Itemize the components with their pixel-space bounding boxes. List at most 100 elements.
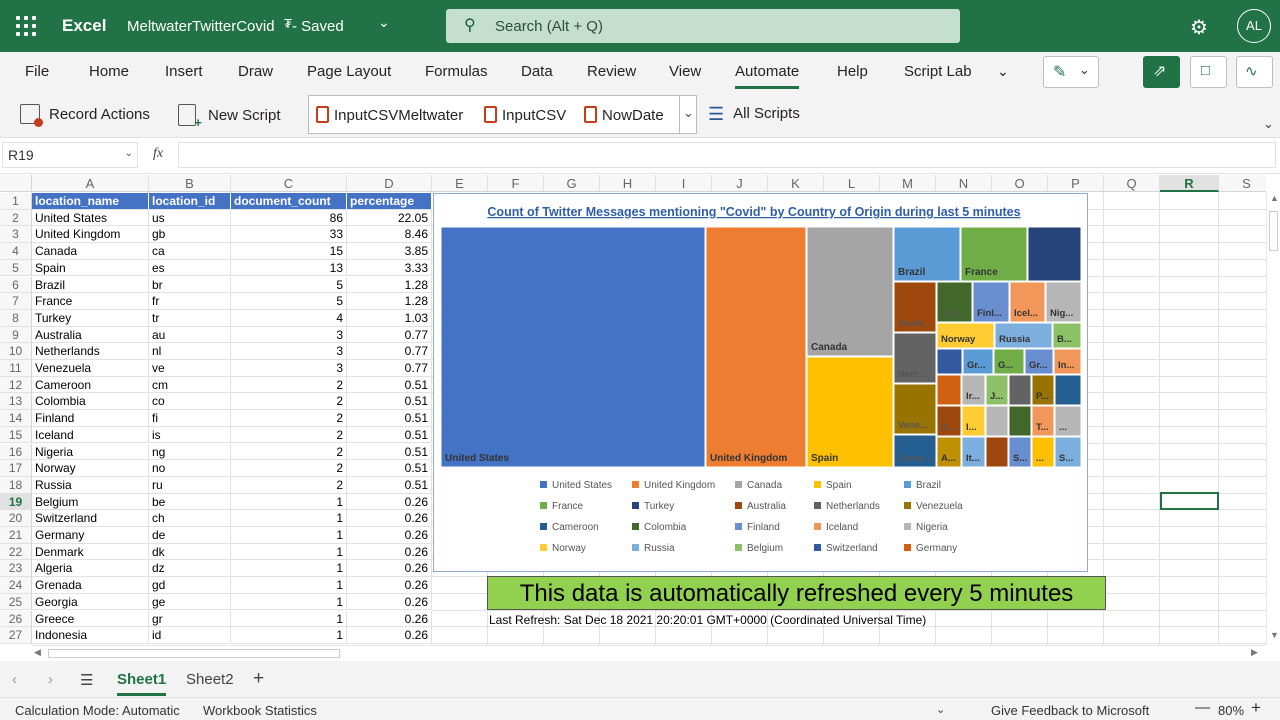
- row-header[interactable]: 20: [0, 510, 32, 527]
- scroll-left-icon[interactable]: ◀: [34, 647, 41, 658]
- tab-home[interactable]: Home: [89, 63, 129, 80]
- column-header-m[interactable]: M: [880, 175, 936, 192]
- horizontal-scroll-thumb[interactable]: [48, 649, 340, 658]
- all-scripts-button[interactable]: ☰ All Scripts: [708, 104, 800, 125]
- row-header[interactable]: 21: [0, 527, 32, 544]
- script-nowdate[interactable]: NowDate: [584, 106, 664, 124]
- table-cell[interactable]: fr: [149, 293, 231, 310]
- table-cell[interactable]: Venezuela: [32, 360, 149, 377]
- avatar[interactable]: AL: [1237, 9, 1271, 43]
- feedback-link[interactable]: Give Feedback to Microsoft: [991, 703, 1149, 718]
- prev-sheet-icon[interactable]: ‹: [12, 671, 17, 688]
- table-cell[interactable]: be: [149, 493, 231, 511]
- chevron-down-icon[interactable]: ⌄: [378, 14, 390, 31]
- treemap-chart[interactable]: Count of Twitter Messages mentioning "Co…: [433, 193, 1088, 572]
- add-sheet-icon[interactable]: +: [253, 668, 264, 690]
- table-cell[interactable]: ng: [149, 443, 231, 461]
- table-cell[interactable]: Turkey: [32, 309, 149, 327]
- row-header[interactable]: 15: [0, 426, 32, 444]
- tab-review[interactable]: Review: [587, 63, 636, 80]
- table-cell[interactable]: 5: [231, 293, 347, 310]
- horizontal-scrollbar[interactable]: ◀ ▶: [32, 645, 1266, 660]
- row-header[interactable]: 7: [0, 293, 32, 310]
- table-cell[interactable]: Algeria: [32, 560, 149, 578]
- table-cell[interactable]: 0.77: [347, 343, 432, 360]
- all-sheets-menu-icon[interactable]: ☰: [80, 671, 93, 689]
- column-header-e[interactable]: E: [432, 175, 488, 192]
- table-cell[interactable]: au: [149, 326, 231, 344]
- table-cell[interactable]: Cameroon: [32, 376, 149, 394]
- editing-mode-button[interactable]: ✎ ⌄: [1043, 56, 1099, 88]
- table-cell[interactable]: France: [32, 293, 149, 310]
- document-name[interactable]: MeltwaterTwitterCovid: [127, 18, 275, 35]
- tab-data[interactable]: Data: [521, 63, 553, 80]
- gear-icon[interactable]: ⚙: [1190, 15, 1208, 40]
- row-header[interactable]: 13: [0, 393, 32, 411]
- table-cell[interactable]: dz: [149, 560, 231, 578]
- table-cell[interactable]: ru: [149, 476, 231, 494]
- table-cell[interactable]: 3.33: [347, 259, 432, 277]
- tab-view[interactable]: View: [669, 63, 701, 80]
- table-cell[interactable]: 0.26: [347, 593, 432, 611]
- table-cell[interactable]: 2: [231, 393, 347, 411]
- treemap-tile[interactable]: [936, 348, 963, 375]
- column-header-h[interactable]: H: [600, 175, 656, 192]
- column-header-q[interactable]: Q: [1104, 175, 1160, 192]
- table-header-cell[interactable]: location_id: [149, 193, 231, 210]
- table-cell[interactable]: nl: [149, 343, 231, 360]
- table-cell[interactable]: no: [149, 460, 231, 477]
- table-cell[interactable]: Switzerland: [32, 510, 149, 527]
- table-cell[interactable]: dk: [149, 543, 231, 561]
- row-header[interactable]: 2: [0, 209, 32, 227]
- table-cell[interactable]: 4: [231, 309, 347, 327]
- table-cell[interactable]: es: [149, 259, 231, 277]
- workbook-statistics[interactable]: Workbook Statistics: [203, 703, 317, 718]
- treemap-tile[interactable]: [1027, 226, 1082, 282]
- table-cell[interactable]: Nigeria: [32, 443, 149, 461]
- table-cell[interactable]: 22.05: [347, 209, 432, 227]
- treemap-tile[interactable]: [1008, 405, 1032, 437]
- column-header-s[interactable]: S: [1219, 175, 1266, 192]
- table-cell[interactable]: 3: [231, 326, 347, 344]
- row-header[interactable]: 24: [0, 577, 32, 594]
- scroll-up-icon[interactable]: ▲: [1270, 193, 1279, 203]
- table-cell[interactable]: 1: [231, 510, 347, 527]
- table-cell[interactable]: Brazil: [32, 276, 149, 294]
- row-header[interactable]: 18: [0, 476, 32, 494]
- column-header-g[interactable]: G: [544, 175, 600, 192]
- table-cell[interactable]: 0.26: [347, 527, 432, 544]
- row-header[interactable]: 23: [0, 560, 32, 578]
- table-cell[interactable]: 0.51: [347, 443, 432, 461]
- tab-insert[interactable]: Insert: [165, 63, 203, 80]
- table-cell[interactable]: 15: [231, 243, 347, 260]
- table-cell[interactable]: 0.51: [347, 410, 432, 427]
- row-header[interactable]: 9: [0, 326, 32, 344]
- table-cell[interactable]: 2: [231, 476, 347, 494]
- table-cell[interactable]: cm: [149, 376, 231, 394]
- script-inputcsv[interactable]: InputCSV: [484, 106, 566, 124]
- script-inputcsvmeltwater[interactable]: InputCSVMeltwater: [316, 106, 463, 124]
- gallery-expand-icon[interactable]: ⌄: [679, 96, 697, 133]
- table-cell[interactable]: ge: [149, 593, 231, 611]
- row-header[interactable]: 16: [0, 443, 32, 461]
- table-cell[interactable]: 3: [231, 343, 347, 360]
- table-header-cell[interactable]: percentage: [347, 193, 432, 210]
- row-header[interactable]: 19: [0, 493, 32, 511]
- table-cell[interactable]: 8.46: [347, 226, 432, 244]
- column-header-i[interactable]: I: [656, 175, 712, 192]
- record-actions-button[interactable]: Record Actions: [20, 104, 150, 127]
- table-cell[interactable]: Spain: [32, 259, 149, 277]
- table-cell[interactable]: 2: [231, 376, 347, 394]
- table-cell[interactable]: Denmark: [32, 543, 149, 561]
- table-cell[interactable]: 0.51: [347, 393, 432, 411]
- table-cell[interactable]: Finland: [32, 410, 149, 427]
- row-header[interactable]: 25: [0, 593, 32, 611]
- table-cell[interactable]: ve: [149, 360, 231, 377]
- table-cell[interactable]: 0.77: [347, 326, 432, 344]
- zoom-level[interactable]: 80%: [1218, 703, 1244, 718]
- table-cell[interactable]: gd: [149, 577, 231, 594]
- table-cell[interactable]: fi: [149, 410, 231, 427]
- row-header[interactable]: 11: [0, 360, 32, 377]
- calculation-mode[interactable]: Calculation Mode: Automatic: [15, 703, 180, 718]
- table-header-cell[interactable]: document_count: [231, 193, 347, 210]
